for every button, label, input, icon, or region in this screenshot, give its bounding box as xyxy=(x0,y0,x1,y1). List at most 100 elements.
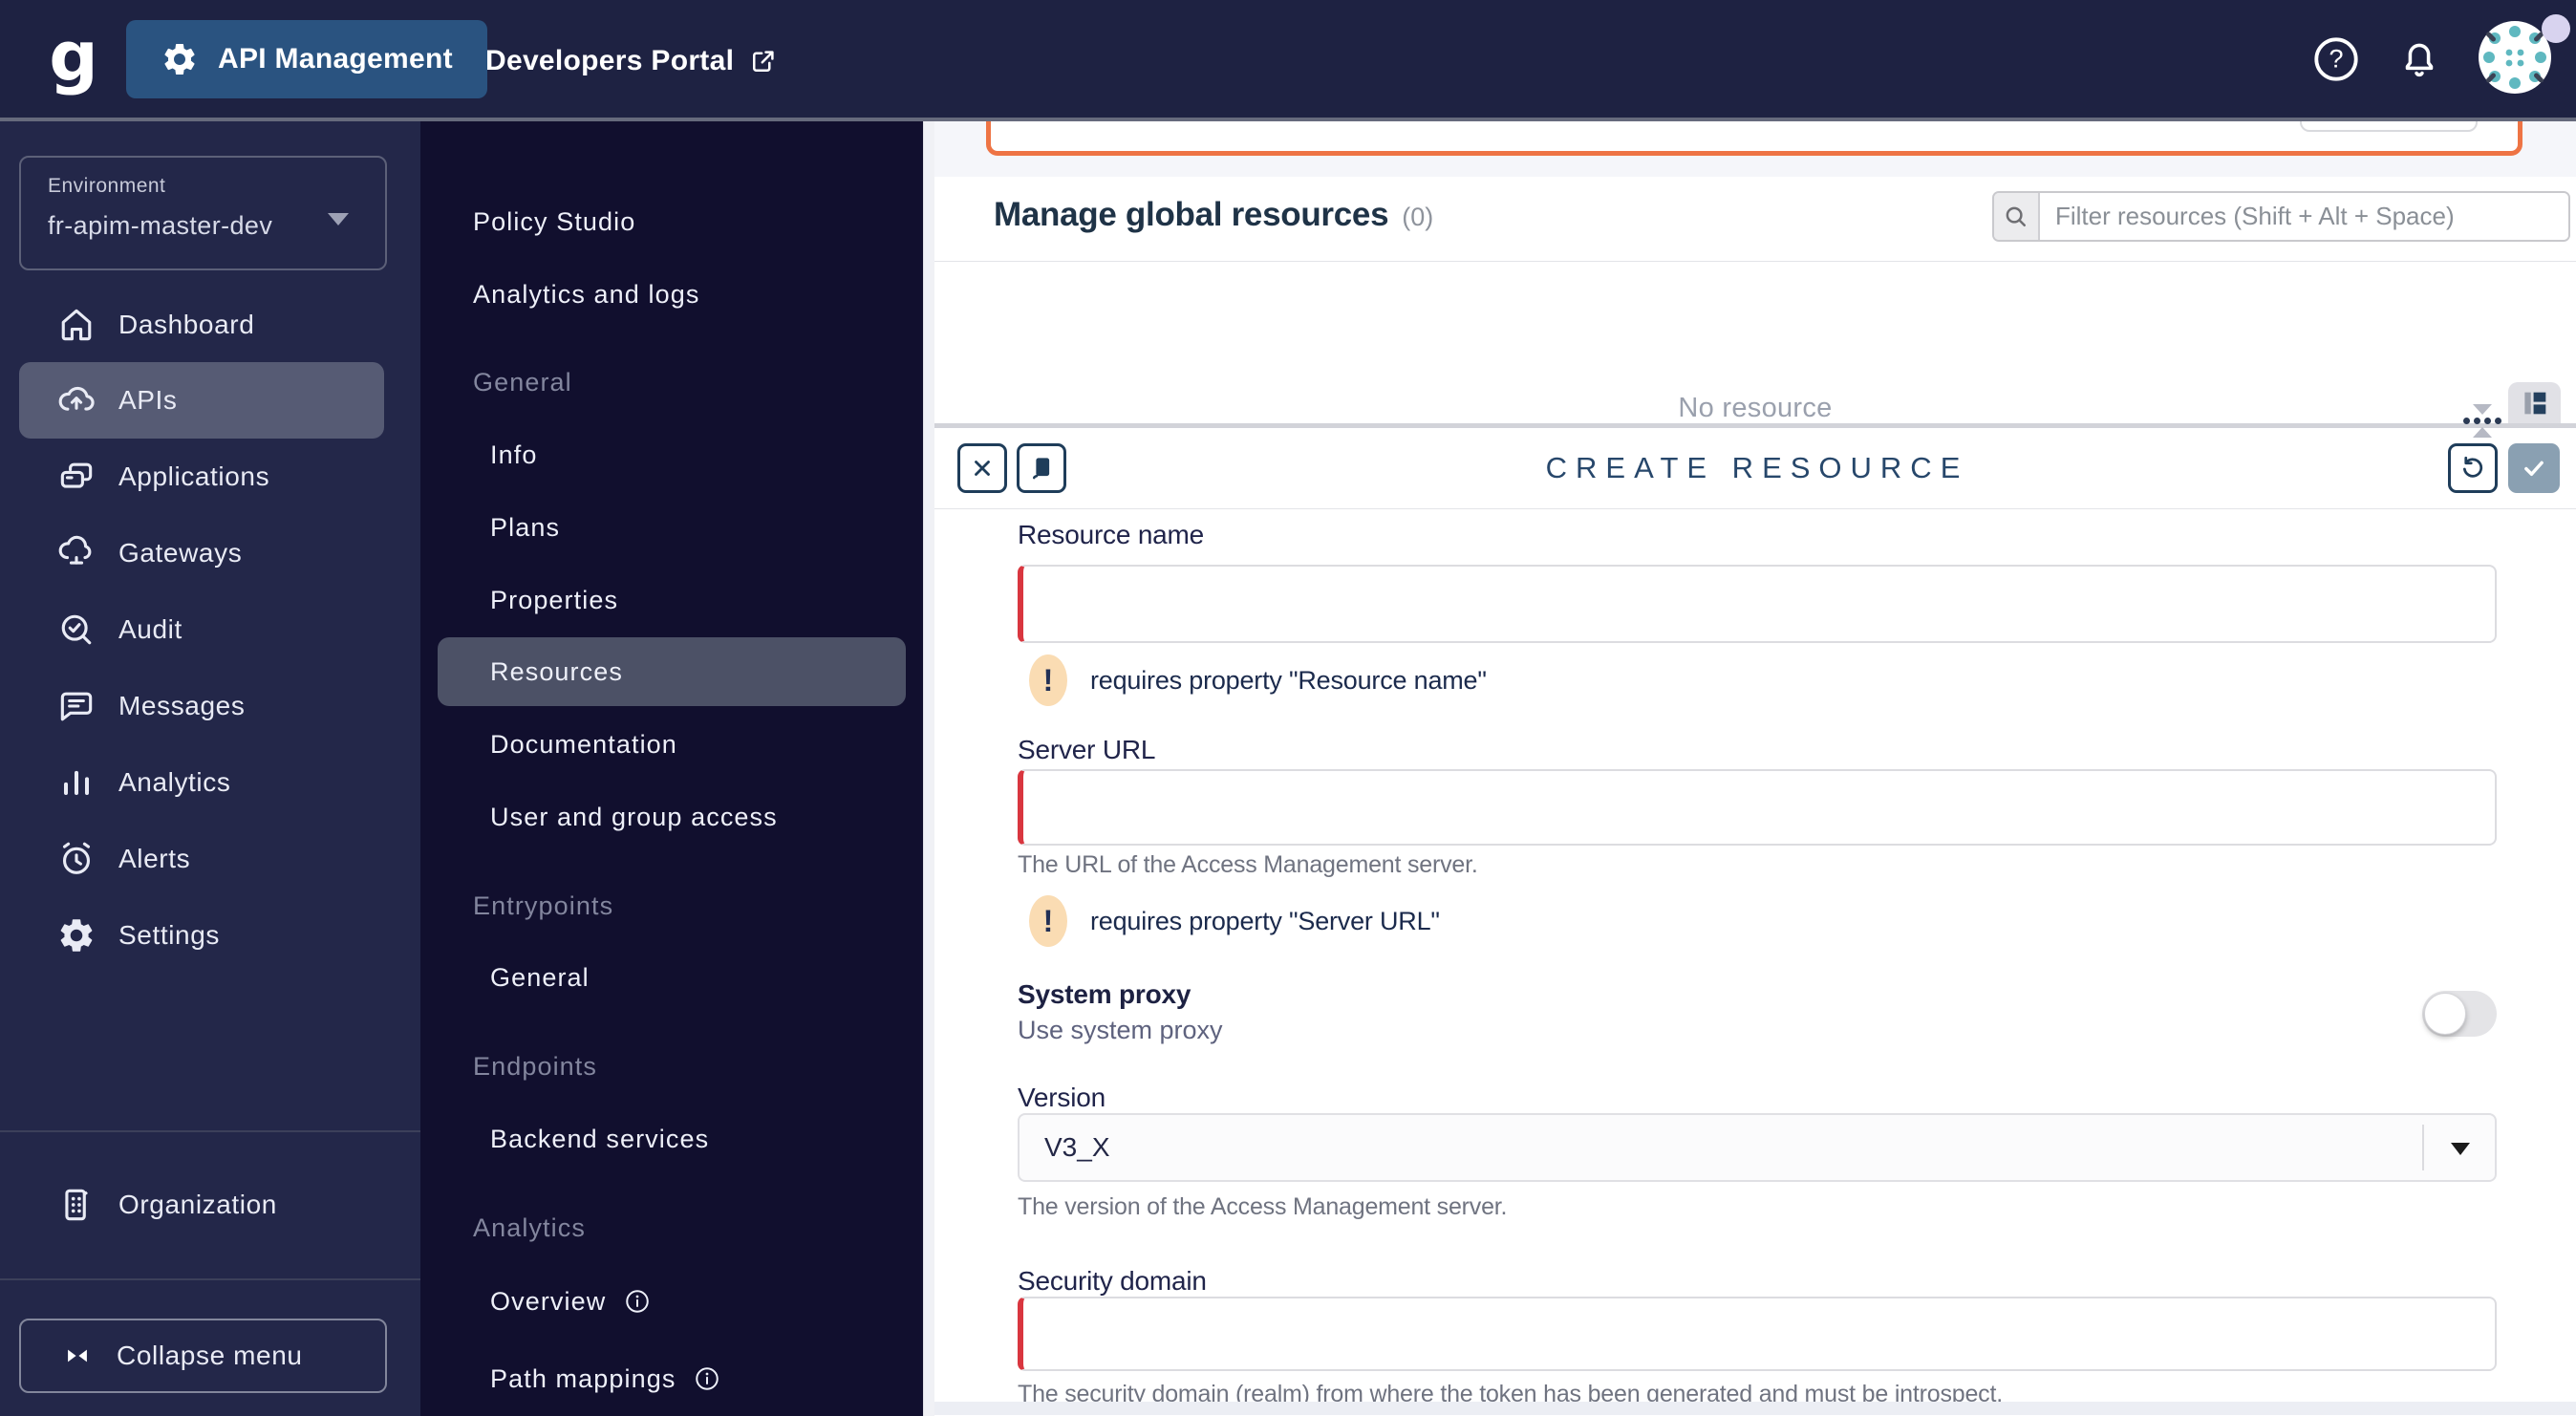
api-menu-item-properties[interactable]: Properties xyxy=(438,566,906,634)
sidebar-item-messages[interactable]: Messages xyxy=(19,668,384,744)
api-menu-item-overview[interactable]: Overview xyxy=(438,1267,906,1336)
panel-toggle-button[interactable] xyxy=(2508,382,2561,423)
divider xyxy=(2422,1125,2424,1170)
security-domain-input[interactable] xyxy=(1018,1297,2497,1371)
collapse-icon xyxy=(61,1340,94,1372)
page-title: Manage global resources (0) xyxy=(994,196,1433,234)
divider xyxy=(934,261,2576,262)
resource-count: (0) xyxy=(1402,203,1434,231)
sidebar-item-dashboard[interactable]: Dashboard xyxy=(19,287,384,363)
close-icon xyxy=(975,461,990,476)
server-url-input[interactable] xyxy=(1018,769,2497,846)
api-menu-section-analytics: Analytics xyxy=(473,1212,586,1242)
sidebar-item-apis[interactable]: APIs xyxy=(19,362,384,439)
book-icon xyxy=(1033,458,1050,480)
panel-layout-icon xyxy=(2523,392,2545,414)
api-management-label: API Management xyxy=(218,43,453,75)
chevron-down-icon xyxy=(328,213,349,225)
panel-title: CREATE RESOURCE xyxy=(1545,451,1969,484)
resize-handle[interactable] xyxy=(2461,404,2503,448)
api-menu-section-entrypoints: Entrypoints xyxy=(473,890,614,920)
notifications-button[interactable] xyxy=(2394,0,2444,118)
divider xyxy=(0,1130,420,1132)
status-badge xyxy=(2542,14,2570,43)
security-domain-label: Security domain xyxy=(1018,1266,1207,1296)
page-title-text: Manage global resources xyxy=(994,196,1389,233)
warning-icon: ! xyxy=(1029,654,1067,706)
search-icon xyxy=(1994,193,2040,240)
highlighted-card xyxy=(986,121,2522,156)
triangle-up-icon xyxy=(2473,427,2492,438)
server-url-error: ! requires property "Server URL" xyxy=(1029,895,1440,947)
server-url-label: Server URL xyxy=(1018,735,1156,764)
create-resource-form: Resource name ! requires property "Resou… xyxy=(934,509,2576,1415)
api-menu-item-info[interactable]: Info xyxy=(438,420,906,489)
sidebar-item-applications[interactable]: Applications xyxy=(19,439,384,515)
gear-icon xyxy=(161,40,199,78)
gateway-cloud-icon xyxy=(55,532,97,574)
api-menu-item-analytics-and-logs[interactable]: Analytics and logs xyxy=(438,260,906,329)
gravitee-logo[interactable]: g xyxy=(40,22,107,96)
api-menu-section-endpoints: Endpoints xyxy=(473,1051,597,1081)
reset-button[interactable] xyxy=(2448,443,2498,493)
api-menu-item-general[interactable]: General xyxy=(438,943,906,1012)
sidebar-item-organization[interactable]: Organization xyxy=(19,1167,384,1243)
gear-icon xyxy=(55,914,97,956)
resource-name-label: Resource name xyxy=(1018,520,1205,549)
system-proxy-toggle[interactable] xyxy=(2422,991,2497,1037)
confirm-button[interactable] xyxy=(2508,443,2560,493)
scrollbar[interactable] xyxy=(923,121,934,1416)
api-menu-item-backend-services[interactable]: Backend services xyxy=(438,1105,906,1173)
resource-name-input[interactable] xyxy=(1018,565,2497,643)
api-menu-item-documentation[interactable]: Documentation xyxy=(438,710,906,779)
version-value: V3_X xyxy=(1044,1132,1110,1162)
toggle-knob xyxy=(2424,993,2466,1035)
applications-icon xyxy=(55,456,97,498)
bar-chart-icon xyxy=(55,762,97,804)
collapse-menu-button[interactable]: Collapse menu xyxy=(19,1319,387,1393)
version-label: Version xyxy=(1018,1083,1106,1112)
audit-search-icon xyxy=(55,609,97,651)
svg-text:?: ? xyxy=(2329,44,2343,73)
top-bar: g API Management Developers Portal ? xyxy=(0,0,2576,121)
help-button[interactable]: ? xyxy=(2309,0,2363,118)
empty-state-message: No resource xyxy=(1678,393,1833,423)
main-content: Manage global resources (0) No resource xyxy=(934,121,2576,1416)
main-sidebar: Environment fr-apim-master-dev Dashboard… xyxy=(0,121,420,1416)
resource-name-error: ! requires property "Resource name" xyxy=(1029,654,1487,706)
api-menu-item-policy-studio[interactable]: Policy Studio xyxy=(438,187,906,256)
api-management-button[interactable]: API Management xyxy=(126,20,487,98)
environment-label: Environment xyxy=(48,175,166,197)
reset-icon xyxy=(2463,456,2483,478)
api-menu-item-user-and-group-access[interactable]: User and group access xyxy=(438,783,906,851)
environment-select[interactable]: Environment fr-apim-master-dev xyxy=(19,156,387,270)
sidebar-item-alerts[interactable]: Alerts xyxy=(19,821,384,897)
warning-icon: ! xyxy=(1029,895,1067,947)
clipped-button[interactable] xyxy=(2300,121,2478,132)
close-button[interactable] xyxy=(957,443,1007,493)
sidebar-item-gateways[interactable]: Gateways xyxy=(19,515,384,591)
system-proxy-label: System proxy xyxy=(1018,979,1191,1009)
developers-portal-link[interactable]: Developers Portal xyxy=(485,0,778,121)
developers-portal-label: Developers Portal xyxy=(485,44,735,76)
sidebar-item-settings[interactable]: Settings xyxy=(19,897,384,974)
panel-header: CREATE RESOURCE xyxy=(934,428,2576,509)
filter-resources xyxy=(1992,191,2570,242)
drag-dots-icon xyxy=(2463,418,2501,424)
building-icon xyxy=(55,1184,97,1226)
triangle-down-icon xyxy=(2473,404,2492,415)
api-menu-item-plans[interactable]: Plans xyxy=(438,493,906,562)
sidebar-item-analytics[interactable]: Analytics xyxy=(19,744,384,821)
server-url-hint: The URL of the Access Management server. xyxy=(1018,851,1478,878)
version-select[interactable]: V3_X xyxy=(1018,1113,2497,1182)
documentation-button[interactable] xyxy=(1017,443,1066,493)
sidebar-item-audit[interactable]: Audit xyxy=(19,591,384,668)
filter-resources-input[interactable] xyxy=(2040,193,2568,240)
clipped-banner-area xyxy=(934,121,2576,177)
api-menu-item-path-mappings[interactable]: Path mappings xyxy=(438,1344,906,1413)
api-menu-item-resources[interactable]: Resources xyxy=(438,637,906,706)
message-icon xyxy=(55,685,97,727)
divider xyxy=(0,1278,420,1280)
cloud-upload-icon xyxy=(55,379,97,421)
api-menu-section-general: General xyxy=(473,367,572,397)
